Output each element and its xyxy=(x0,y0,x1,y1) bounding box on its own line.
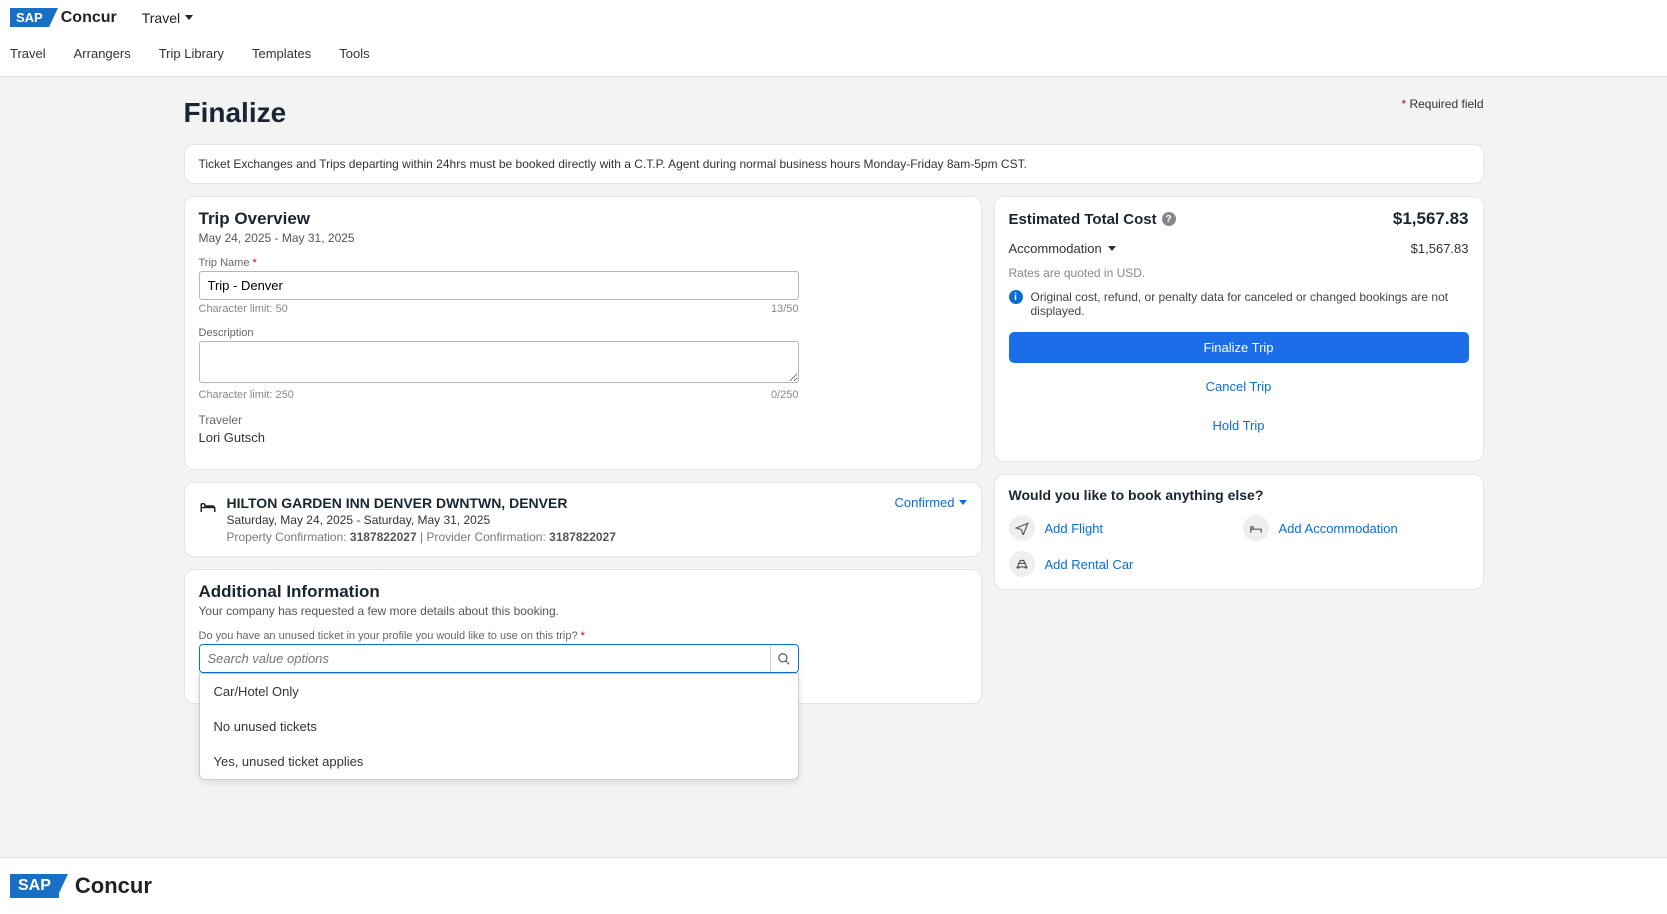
additional-sub: Your company has requested a few more de… xyxy=(199,604,967,618)
hotel-confirmation: Property Confirmation: 3187822027 | Prov… xyxy=(227,530,616,544)
chevron-down-icon xyxy=(1108,246,1116,251)
cost-info-row: i Original cost, refund, or penalty data… xyxy=(1009,290,1469,318)
footer: SAP Concur xyxy=(0,857,1667,914)
trip-overview-card: Trip Overview May 24, 2025 - May 31, 202… xyxy=(184,196,982,470)
unused-ticket-label: Do you have an unused ticket in your pro… xyxy=(199,630,967,642)
trip-name-label: Trip Name * xyxy=(199,257,967,269)
concur-text: Concur xyxy=(75,873,152,899)
search-icon xyxy=(777,652,791,666)
sap-badge: SAP xyxy=(10,874,59,898)
chevron-down-icon xyxy=(185,15,193,20)
cost-total: $1,567.83 xyxy=(1393,209,1469,229)
page-title: Finalize xyxy=(184,97,287,129)
cost-card: Estimated Total Cost ? $1,567.83 Accommo… xyxy=(994,196,1484,462)
book-else-card: Would you like to book anything else? Ad… xyxy=(994,474,1484,590)
bed-icon xyxy=(199,497,217,515)
add-accommodation-button[interactable]: Add Accommodation xyxy=(1243,515,1469,541)
chevron-down-icon xyxy=(959,500,967,505)
subnav: Travel Arrangers Trip Library Templates … xyxy=(0,36,1667,77)
subnav-arrangers[interactable]: Arrangers xyxy=(74,46,131,61)
hotel-card: HILTON GARDEN INN DENVER DWNTWN, DENVER … xyxy=(184,482,982,557)
option-car-hotel-only[interactable]: Car/Hotel Only xyxy=(200,674,798,709)
add-rental-car-button[interactable]: Add Rental Car xyxy=(1009,551,1235,577)
accommodation-toggle[interactable]: Accommodation xyxy=(1009,241,1116,256)
trip-overview-heading: Trip Overview xyxy=(199,209,967,229)
hotel-dates: Saturday, May 24, 2025 - Saturday, May 3… xyxy=(227,513,616,527)
book-else-title: Would you like to book anything else? xyxy=(1009,487,1469,503)
brand-logo[interactable]: SAP Concur xyxy=(10,8,117,27)
trip-name-count: 13/50 xyxy=(771,303,799,315)
bed-icon xyxy=(1243,515,1269,541)
product-dropdown[interactable]: Travel xyxy=(142,10,193,26)
required-hint: * Required field xyxy=(1401,97,1483,111)
hold-trip-button[interactable]: Hold Trip xyxy=(1009,410,1469,441)
car-icon xyxy=(1009,551,1035,577)
footer-logo[interactable]: SAP Concur xyxy=(10,873,1657,899)
option-no-unused[interactable]: No unused tickets xyxy=(200,709,798,744)
add-flight-button[interactable]: Add Flight xyxy=(1009,515,1235,541)
subnav-templates[interactable]: Templates xyxy=(252,46,311,61)
description-count: 0/250 xyxy=(771,389,799,401)
traveler-label: Traveler xyxy=(199,413,967,427)
description-limit: Character limit: 250 xyxy=(199,389,294,401)
traveler-name: Lori Gutsch xyxy=(199,430,967,445)
info-icon: i xyxy=(1009,290,1023,304)
cost-title: Estimated Total Cost ? xyxy=(1009,211,1176,228)
unused-ticket-combobox[interactable] xyxy=(199,644,799,673)
cancel-trip-button[interactable]: Cancel Trip xyxy=(1009,371,1469,402)
finalize-trip-button[interactable]: Finalize Trip xyxy=(1009,332,1469,363)
trip-name-input[interactable] xyxy=(199,271,799,300)
airplane-icon xyxy=(1009,515,1035,541)
option-yes-unused[interactable]: Yes, unused ticket applies xyxy=(200,744,798,779)
subnav-tools[interactable]: Tools xyxy=(339,46,369,61)
sap-badge: SAP xyxy=(10,8,49,27)
top-header: SAP Concur Travel xyxy=(0,0,1667,36)
subnav-travel[interactable]: Travel xyxy=(10,46,46,61)
help-icon[interactable]: ? xyxy=(1162,212,1176,226)
confirmed-toggle[interactable]: Confirmed xyxy=(895,495,967,510)
search-icon-button[interactable] xyxy=(770,645,798,672)
concur-text: Concur xyxy=(61,9,117,27)
additional-info-card: Additional Information Your company has … xyxy=(184,569,982,704)
trip-name-limit: Character limit: 50 xyxy=(199,303,288,315)
accommodation-value: $1,567.83 xyxy=(1411,241,1469,256)
description-input[interactable] xyxy=(199,341,799,383)
quote-note: Rates are quoted in USD. xyxy=(1009,266,1469,280)
additional-heading: Additional Information xyxy=(199,582,967,602)
notice-banner: Ticket Exchanges and Trips departing wit… xyxy=(184,144,1484,184)
unused-ticket-dropdown: Car/Hotel Only No unused tickets Yes, un… xyxy=(199,673,799,780)
subnav-trip-library[interactable]: Trip Library xyxy=(159,46,224,61)
product-label: Travel xyxy=(142,10,180,26)
trip-date-range: May 24, 2025 - May 31, 2025 xyxy=(199,231,967,245)
unused-ticket-input[interactable] xyxy=(200,645,770,672)
hotel-name: HILTON GARDEN INN DENVER DWNTWN, DENVER xyxy=(227,495,616,511)
description-label: Description xyxy=(199,327,967,339)
